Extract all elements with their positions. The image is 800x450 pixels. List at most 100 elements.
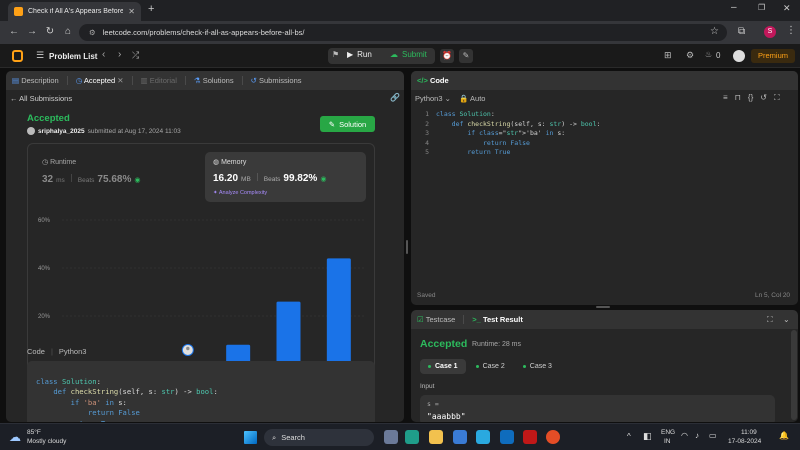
close-tab-icon[interactable]: ✕ [128,7,135,16]
browser-tab[interactable]: Check if All A's Appears Before ✕ [8,2,141,21]
auto-mode[interactable]: 🔒 Auto [459,94,485,103]
address-bar[interactable]: ⚙ leetcode.com/problems/check-if-all-as-… [79,24,727,41]
file-explorer-icon[interactable] [429,430,443,444]
user-avatar[interactable] [733,50,745,62]
clock-time[interactable]: 11:09 [741,429,757,436]
case-tab[interactable]: Case 1 [420,359,466,374]
solution-button[interactable]: ✎ Solution [320,116,375,132]
reload-icon[interactable]: ↻ [42,24,58,40]
problem-list-link[interactable]: Problem List [49,52,97,61]
fullscreen-icon[interactable]: ⛶ [774,93,780,103]
tab-editorial[interactable]: ▥ Editorial [141,76,177,85]
battery-icon[interactable]: ▭ [709,431,717,440]
editor-code[interactable]: 1 class Solution: 2 def checkString(self, … [411,110,791,158]
tray-app-icon[interactable]: ◧ [643,431,652,442]
vertical-splitter[interactable] [406,240,408,254]
format-icon[interactable]: ≡ [723,93,728,103]
start-button-icon[interactable] [244,431,257,444]
horizontal-splitter[interactable] [596,306,610,308]
code-line[interactable]: 1 class Solution: [411,110,791,120]
tab-solutions[interactable]: ⚗ Solutions [194,76,234,85]
taskbar-search[interactable]: ⌕ Search [264,429,374,446]
weather-temp[interactable]: 85°F [27,429,41,436]
collapse-panel-icon[interactable]: ⌄ [783,315,790,324]
problem-list-icon[interactable]: ☰ [36,50,44,61]
tab-accepted[interactable]: ◷ Accepted ✕ [76,76,124,85]
tray-chevron-icon[interactable]: ^ [627,432,631,441]
language-select[interactable]: Python3 ⌄ [415,94,451,103]
editor-saved-status: Saved [417,292,436,299]
close-window-icon[interactable]: ✕ [783,3,791,14]
edge-icon[interactable] [405,430,419,444]
forward-icon[interactable]: → [24,24,40,40]
premium-button[interactable]: Premium [751,49,795,63]
line-text: if class="str">'ba' in s: [467,129,566,137]
maximize-icon[interactable]: ❐ [758,3,765,12]
code-tab[interactable]: </> Code [417,76,449,85]
bookmark-icon[interactable]: ⊓ [735,93,741,103]
weather-cloud-icon[interactable]: ☁ [9,430,21,444]
reset-icon[interactable]: ↺ [760,93,767,103]
author-name[interactable]: sriphalya_2025 [38,128,85,135]
bookmark-star-icon[interactable]: ☆ [710,26,719,37]
timer-icon[interactable]: ⏰ [440,49,454,63]
all-submissions-link[interactable]: ← All Submissions [10,94,72,103]
volume-icon[interactable]: ♪ [695,431,699,440]
home-icon[interactable]: ⌂ [60,24,76,40]
weather-desc[interactable]: Mostly cloudy [27,438,66,445]
analyze-complexity-link[interactable]: ✦ Analyze Complexity [213,190,267,196]
code-line[interactable]: 5 return True [411,148,791,158]
outlook-icon[interactable] [500,430,514,444]
tab-description[interactable]: ▤ Description [12,76,59,85]
settings-icon[interactable]: ⚙ [686,50,694,61]
code-line[interactable]: 2 def checkString(self, s: str) -> bool: [411,120,791,130]
prev-problem-icon[interactable]: ‹ [102,49,105,60]
next-problem-icon[interactable]: › [118,49,121,60]
link-icon[interactable]: 🔗 [390,93,400,102]
chrome-icon[interactable] [546,430,560,444]
language-2[interactable]: IN [664,438,671,445]
language-1[interactable]: ENG [661,429,675,436]
site-info-icon[interactable]: ⚙ [89,28,96,37]
case-tab[interactable]: Case 2 [468,359,513,374]
solutions-icon: ⚗ [193,76,201,85]
tab-submissions[interactable]: ↺ Submissions [251,76,302,85]
submitted-time: submitted at Aug 17, 2024 11:03 [87,127,181,135]
tab-test-result[interactable]: >_ Test Result [472,315,523,324]
back-icon[interactable]: ← [6,24,22,40]
extensions-icon[interactable]: ⧉ [738,26,745,37]
profile-avatar[interactable]: S [764,26,776,38]
panel-scrollbar[interactable] [791,330,797,420]
run-button[interactable]: ▶ Run [347,50,372,59]
case-tab[interactable]: Case 3 [515,359,560,374]
debug-icon[interactable]: ⚑ [332,50,339,59]
store-icon[interactable] [453,430,467,444]
code-section-header: Code | Python3 [27,347,87,356]
mcafee-icon[interactable] [523,430,537,444]
runtime-stats[interactable]: 32 ms Beats 75.68% ◉ [42,174,140,185]
layout-icon[interactable]: ⊞ [664,50,672,61]
wifi-icon[interactable]: ◠ [681,431,688,440]
notification-bell-icon[interactable]: 🔔 [779,431,789,440]
app-icon[interactable] [476,430,490,444]
close-tab-accepted-icon[interactable]: ✕ [117,76,123,85]
notes-icon[interactable]: ✎ [459,49,473,63]
chart-svg: 60%40%20%0%15.7mb16.1mb16.2mb16.3mb16.4m… [38,218,364,375]
browser-menu-icon[interactable]: ⋮ [786,25,796,36]
memory-label: ◍ Memory [213,159,247,166]
leetcode-logo-icon[interactable] [12,50,23,62]
author-avatar [27,127,35,135]
tab-testcase[interactable]: ☑ Testcase [417,315,455,324]
shuffle-icon[interactable]: ⤮ [132,50,139,61]
braces-icon[interactable]: {} [748,93,753,103]
streak-fire-icon[interactable]: ♨ [705,50,712,59]
task-view-icon[interactable] [384,430,398,444]
minimize-icon[interactable]: – [731,2,737,13]
expand-panel-icon[interactable]: ⛶ [767,315,773,325]
new-tab-icon[interactable]: + [148,3,154,15]
submit-button[interactable]: ☁ Submit [390,50,427,59]
code-line[interactable]: 3 if class="str">'ba' in s: [411,129,791,139]
clock-date[interactable]: 17-08-2024 [728,438,761,445]
code-line[interactable]: 4 return False [411,139,791,149]
memory-card[interactable]: ◍ Memory 16.20 MB Beats 99.82% ◉ ✦ Analy… [205,152,366,202]
